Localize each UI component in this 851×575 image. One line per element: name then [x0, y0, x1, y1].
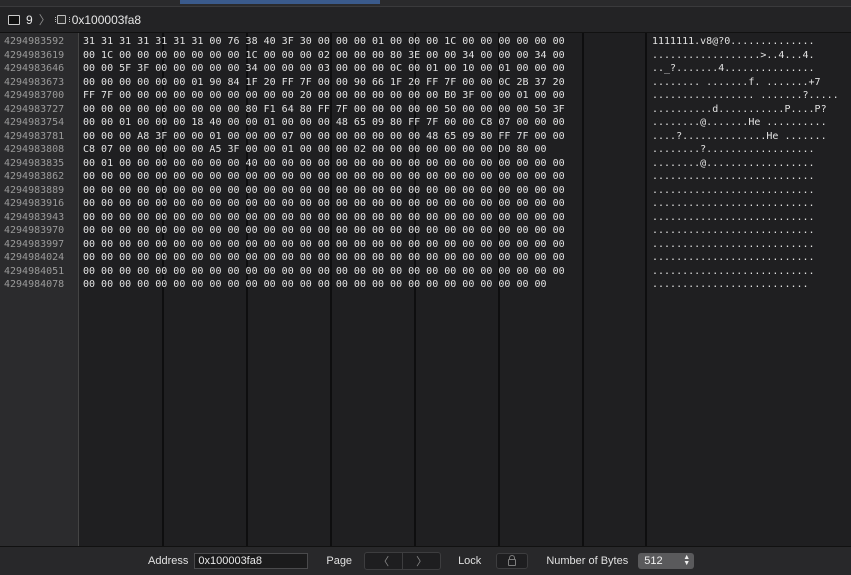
ascii-row[interactable]: ...........................: [652, 197, 851, 211]
address-row: 4294983619: [4, 49, 65, 61]
ascii-row[interactable]: ..........................: [652, 278, 851, 292]
page-next-button[interactable]: 〉: [402, 553, 440, 569]
hex-row[interactable]: 00 00 00 00 00 00 01 90 84 1F 20 FF 7F 0…: [79, 76, 647, 90]
address-row: 4294983646: [4, 63, 65, 74]
address-row: 4294983943: [4, 211, 65, 223]
hex-row[interactable]: 00 1C 00 00 00 00 00 00 00 1C 00 00 00 0…: [79, 49, 647, 63]
address-row: 4294983592: [4, 36, 65, 47]
page-stepper: 〈 〉: [364, 552, 442, 570]
memory-chip-icon: [54, 15, 70, 24]
hex-row[interactable]: 00 00 00 00 00 00 00 00 00 80 F1 64 80 F…: [79, 103, 647, 117]
hex-row[interactable]: FF 7F 00 00 00 00 00 00 00 00 00 00 20 0…: [79, 89, 647, 103]
hex-row[interactable]: 00 00 00 00 00 00 00 00 00 00 00 00 00 0…: [79, 278, 647, 292]
hex-row[interactable]: 00 00 00 00 00 00 00 00 00 00 00 00 00 0…: [79, 184, 647, 198]
address-label: Address: [148, 555, 189, 567]
address-row: 4294983835: [4, 157, 65, 169]
address-input[interactable]: [194, 553, 309, 569]
address-row: 4294983754: [4, 117, 65, 128]
page-prev-button[interactable]: 〈: [365, 553, 402, 569]
page-label: Page: [326, 555, 353, 567]
ascii-row[interactable]: ...........................: [652, 170, 851, 184]
ascii-row[interactable]: .._?.......4...............: [652, 62, 851, 76]
address-row: 4294983808: [4, 144, 65, 155]
hex-row[interactable]: 00 01 00 00 00 00 00 00 00 40 00 00 00 0…: [79, 157, 647, 171]
breadcrumb: 9 〉 0x100003fa8: [0, 7, 851, 33]
ascii-row[interactable]: 1111111.v8@?0..............: [652, 35, 851, 49]
ascii-row[interactable]: ..................>..4...4.: [652, 49, 851, 63]
breadcrumb-separator: 〉: [38, 13, 51, 27]
address-row: 4294983997: [4, 238, 65, 250]
address-row: 4294984051: [4, 265, 65, 277]
hex-row[interactable]: 00 00 00 00 00 00 00 00 00 00 00 00 00 0…: [79, 170, 647, 184]
address-row: 4294983889: [4, 184, 65, 196]
address-row: 4294983700: [4, 90, 65, 101]
hex-bytes-area[interactable]: 31 31 31 31 31 31 31 00 76 38 40 3F 30 0…: [79, 33, 647, 546]
memory-toolbar: Address Page 〈 〉 Lock Number of Bytes 51…: [0, 546, 851, 575]
hex-row[interactable]: C8 07 00 00 00 00 00 A5 3F 00 00 01 00 0…: [79, 143, 647, 157]
address-row: 4294983970: [4, 225, 65, 236]
updown-chevron-icon: ▲ ▼: [683, 554, 691, 567]
ascii-row[interactable]: ...........................: [652, 265, 851, 279]
ascii-row[interactable]: ........@..................: [652, 157, 851, 171]
address-row: 4294983727: [4, 103, 65, 115]
lock-label: Lock: [458, 555, 482, 567]
ascii-row[interactable]: ...........................: [652, 211, 851, 225]
breadcrumb-thread-label: 9: [26, 12, 33, 27]
hex-row[interactable]: 00 00 00 00 00 00 00 00 00 00 00 00 00 0…: [79, 197, 647, 211]
hex-row[interactable]: 00 00 01 00 00 00 18 40 00 00 01 00 00 0…: [79, 116, 647, 130]
ascii-row[interactable]: ........?..................: [652, 143, 851, 157]
ascii-row[interactable]: ........@.......He ..........: [652, 116, 851, 130]
terminal-icon: [8, 14, 20, 25]
top-tab-strip: [0, 0, 851, 7]
address-row: 4294983916: [4, 198, 65, 209]
hex-row[interactable]: 00 00 00 00 00 00 00 00 00 00 00 00 00 0…: [79, 211, 647, 225]
hex-row[interactable]: 00 00 00 00 00 00 00 00 00 00 00 00 00 0…: [79, 265, 647, 279]
hex-row[interactable]: 31 31 31 31 31 31 31 00 76 38 40 3F 30 0…: [79, 35, 647, 49]
bytes-label: Number of Bytes: [546, 555, 629, 567]
ascii-row[interactable]: ....?..............He .......: [652, 130, 851, 144]
ascii-column[interactable]: 1111111.v8@?0...........................…: [652, 33, 851, 546]
ascii-row[interactable]: ..........d...........P....P?: [652, 103, 851, 117]
address-row: 4294983673: [4, 76, 65, 88]
hex-row[interactable]: 00 00 5F 3F 00 00 00 00 00 34 00 00 00 0…: [79, 62, 647, 76]
ascii-row[interactable]: ...........................: [652, 184, 851, 198]
hex-row[interactable]: 00 00 00 00 00 00 00 00 00 00 00 00 00 0…: [79, 238, 647, 252]
bytes-count-select[interactable]: 512 ▲ ▼: [638, 553, 695, 569]
memory-viewer: 4294983592 4294983619 4294983646 4294983673…: [0, 33, 851, 546]
lock-icon: [508, 555, 517, 566]
ascii-row[interactable]: ................. .......?.....: [652, 89, 851, 103]
hex-row[interactable]: 00 00 00 00 00 00 00 00 00 00 00 00 00 0…: [79, 251, 647, 265]
breadcrumb-item-address[interactable]: 0x100003fa8: [54, 12, 142, 27]
ascii-row[interactable]: ...........................: [652, 238, 851, 252]
address-column: 4294983592 4294983619 4294983646 4294983673…: [0, 33, 79, 546]
address-row: 4294983862: [4, 171, 65, 182]
lock-button[interactable]: [496, 553, 529, 569]
hex-row[interactable]: 00 00 00 A8 3F 00 00 01 00 00 00 07 00 0…: [79, 130, 647, 144]
ascii-row[interactable]: ........ .......f. .......+7: [652, 76, 851, 90]
ascii-row[interactable]: ...........................: [652, 251, 851, 265]
hex-row[interactable]: 00 00 00 00 00 00 00 00 00 00 00 00 00 0…: [79, 224, 647, 238]
address-row: 4294983781: [4, 130, 65, 142]
ascii-row[interactable]: ...........................: [652, 224, 851, 238]
active-tab-indicator: [180, 0, 380, 4]
breadcrumb-address-label: 0x100003fa8: [71, 12, 142, 27]
address-row: 4294984024: [4, 252, 65, 263]
bytes-count-value: 512: [644, 555, 663, 567]
breadcrumb-item-thread[interactable]: 9: [0, 13, 33, 27]
address-row: 4294984078: [4, 279, 65, 290]
